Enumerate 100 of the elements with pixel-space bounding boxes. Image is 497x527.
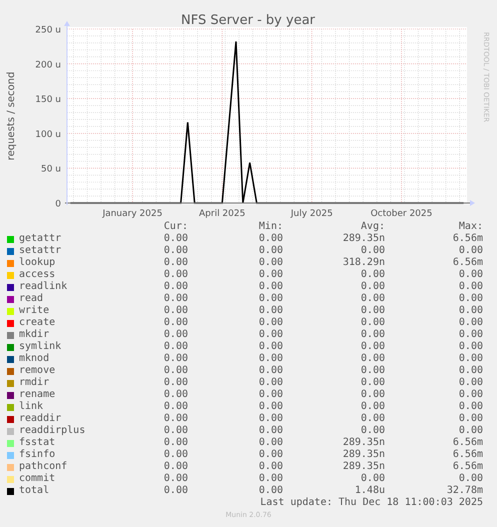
- max-value: 6.56m: [452, 437, 483, 449]
- max-value: 0.00: [458, 401, 483, 413]
- min-value: 0.00: [258, 257, 283, 269]
- current-value: 0.00: [162, 245, 188, 257]
- max-value: 0.00: [458, 473, 483, 485]
- current-value: 0.00: [162, 413, 188, 425]
- min-value: 0.00: [258, 389, 283, 401]
- min-value: 0.00: [258, 413, 283, 425]
- avg-value: 0.00: [360, 245, 385, 257]
- x-tick-label: January 2025: [102, 209, 162, 219]
- current-value: 0.00: [162, 485, 188, 497]
- avg-value: 0.00: [360, 389, 385, 401]
- current-value: 0.00: [162, 329, 188, 341]
- avg-value: 289.35n: [342, 461, 385, 473]
- legend-label: access: [18, 269, 56, 281]
- current-value: 0.00: [162, 449, 188, 461]
- current-value: 0.00: [162, 461, 188, 473]
- avg-value: 0.00: [360, 425, 385, 437]
- legend-label: readdir: [18, 413, 62, 425]
- legend-label: mkdir: [18, 329, 50, 341]
- max-value: 6.56m: [452, 449, 483, 461]
- max-value: 0.00: [458, 341, 483, 353]
- current-value: 0.00: [162, 269, 188, 281]
- legend-label: readlink: [18, 281, 68, 293]
- current-value: 0.00: [162, 233, 188, 245]
- current-value: 0.00: [162, 389, 188, 401]
- current-value: 0.00: [162, 473, 188, 485]
- max-value: 6.56m: [452, 257, 483, 269]
- y-axis-label: requests / second: [6, 72, 17, 160]
- avg-value: 0.00: [360, 353, 385, 365]
- current-value: 0.00: [162, 257, 188, 269]
- max-value: 0.00: [458, 329, 483, 341]
- legend-label: pathconf: [18, 461, 68, 473]
- avg-value: 0.00: [360, 305, 385, 317]
- avg-value: 0.00: [360, 473, 385, 485]
- min-value: 0.00: [258, 401, 283, 413]
- column-header: Min:: [258, 221, 283, 233]
- column-header: Avg:: [360, 221, 385, 233]
- avg-value: 0.00: [360, 269, 385, 281]
- max-value: 0.00: [458, 305, 483, 317]
- max-value: 0.00: [458, 425, 483, 437]
- min-value: 0.00: [258, 341, 283, 353]
- max-value: 0.00: [458, 281, 483, 293]
- avg-value: 289.35n: [342, 449, 385, 461]
- max-value: 0.00: [458, 293, 483, 305]
- x-tick-label: April 2025: [199, 209, 246, 219]
- avg-value: 0.00: [360, 377, 385, 389]
- y-tick-label: 200 u: [35, 60, 61, 70]
- max-value: 0.00: [458, 269, 483, 281]
- y-tick-label: 150 u: [35, 95, 61, 106]
- y-tick-label: 50 u: [40, 164, 61, 175]
- avg-value: 0.00: [360, 317, 385, 329]
- min-value: 0.00: [258, 269, 283, 281]
- current-value: 0.00: [162, 437, 188, 449]
- current-value: 0.00: [162, 425, 188, 437]
- current-value: 0.00: [162, 341, 188, 353]
- legend-label: rmdir: [18, 377, 50, 389]
- current-value: 0.00: [162, 353, 188, 365]
- min-value: 0.00: [258, 425, 283, 437]
- avg-value: 0.00: [360, 413, 385, 425]
- min-value: 0.00: [258, 461, 283, 473]
- max-value: 6.56m: [452, 233, 483, 245]
- legend-label: write: [18, 305, 50, 317]
- legend-label: rename: [18, 389, 56, 401]
- max-value: 0.00: [458, 389, 483, 401]
- min-value: 0.00: [258, 293, 283, 305]
- x-tick-label: October 2025: [370, 209, 432, 219]
- y-tick-label: 0: [55, 200, 61, 210]
- min-value: 0.00: [258, 353, 283, 365]
- min-value: 0.00: [258, 449, 283, 461]
- legend-label: symlink: [18, 341, 62, 353]
- legend-label: fsstat: [18, 437, 56, 449]
- legend-label: setattr: [18, 245, 62, 257]
- avg-value: 289.35n: [342, 233, 385, 245]
- max-value: 0.00: [458, 365, 483, 377]
- avg-value: 1.48u: [354, 485, 385, 497]
- current-value: 0.00: [162, 317, 188, 329]
- last-update-text: Last update: Thu Dec 18 11:00:03 2025: [259, 497, 483, 509]
- avg-value: 0.00: [360, 329, 385, 341]
- legend-label: total: [18, 485, 50, 497]
- max-value: 0.00: [458, 317, 483, 329]
- avg-value: 0.00: [360, 341, 385, 353]
- min-value: 0.00: [258, 317, 283, 329]
- y-tick-label: 250 u: [35, 26, 61, 36]
- legend-label: mknod: [18, 353, 50, 365]
- current-value: 0.00: [162, 401, 188, 413]
- min-value: 0.00: [258, 437, 283, 449]
- min-value: 0.00: [258, 473, 283, 485]
- max-value: 32.78m: [446, 485, 483, 497]
- avg-value: 0.00: [360, 281, 385, 293]
- min-value: 0.00: [258, 365, 283, 377]
- current-value: 0.00: [162, 305, 188, 317]
- legend-label: fsinfo: [18, 449, 56, 461]
- max-value: 0.00: [458, 353, 483, 365]
- current-value: 0.00: [162, 377, 188, 389]
- max-value: 0.00: [458, 245, 483, 257]
- min-value: 0.00: [258, 485, 283, 497]
- min-value: 0.00: [258, 281, 283, 293]
- legend-label: create: [18, 317, 56, 329]
- legend-label: readdirplus: [18, 425, 86, 437]
